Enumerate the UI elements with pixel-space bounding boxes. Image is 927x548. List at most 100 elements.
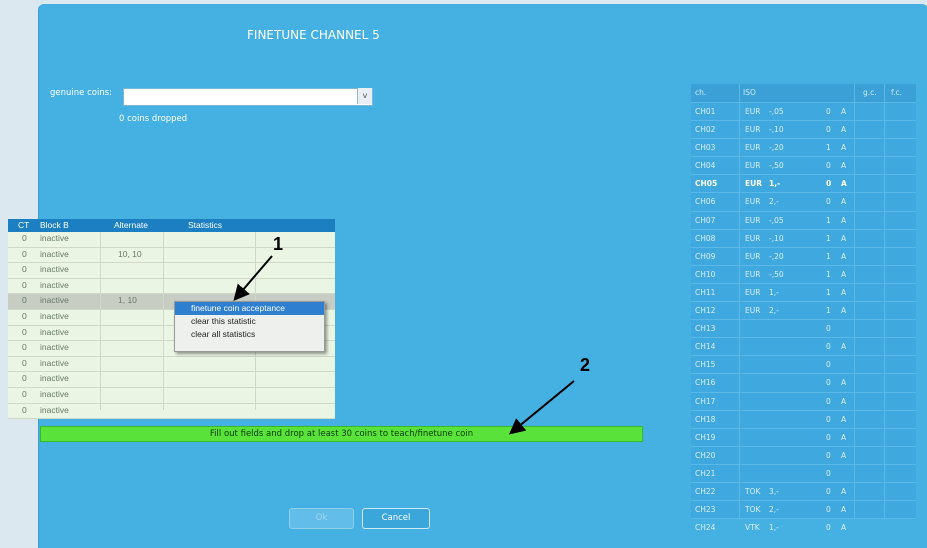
channel-row[interactable]: CH05 EUR 1,- 0 A <box>691 174 916 192</box>
channel-cell-n: 1 <box>826 143 831 153</box>
channel-cell-iso: EUR <box>745 197 761 207</box>
channel-cell-val: -,50 <box>769 269 784 279</box>
block-cell-ct: 0 <box>22 310 27 321</box>
table-row[interactable]: 0 inactive <box>8 372 335 388</box>
block-cell-ct: 0 <box>22 248 27 259</box>
channel-row[interactable]: CH08 EUR -,10 1 A <box>691 228 916 247</box>
channel-cell-val: -,05 <box>769 107 784 116</box>
channel-cell-val: 2,- <box>769 505 779 515</box>
channel-cell-iso: EUR <box>745 143 761 153</box>
channel-cell-iso: VTK <box>745 523 760 533</box>
channel-cell-ch: CH23 <box>695 505 716 515</box>
table-row[interactable]: 0 inactive <box>8 263 335 279</box>
channel-row[interactable]: CH07 EUR -,05 1 A <box>691 210 916 229</box>
channel-cell-ch: CH05 <box>695 179 718 189</box>
channel-cell-n: 1 <box>826 251 831 261</box>
channel-cell-val: 1,- <box>769 287 779 297</box>
channel-row[interactable]: CH20 0 A <box>691 445 916 464</box>
channel-row[interactable]: CH06 EUR 2,- 0 A <box>691 192 916 210</box>
channel-cell-iso: EUR <box>745 251 761 261</box>
channel-cell-n: 0 <box>826 396 831 406</box>
header-ch: ch. <box>695 88 707 97</box>
ok-button[interactable]: Ok <box>289 508 354 529</box>
channel-cell-ch: CH11 <box>695 287 716 297</box>
channel-row[interactable]: CH19 0 A <box>691 427 916 446</box>
channel-cell-val: 2,- <box>769 197 779 207</box>
block-cell-block: inactive <box>40 404 69 415</box>
channel-cell-iso: EUR <box>745 179 762 189</box>
channel-cell-n: 0 <box>826 486 831 496</box>
channel-cell-ch: CH03 <box>695 143 716 153</box>
block-cell-block: inactive <box>40 279 69 290</box>
channel-cell-ch: CH09 <box>695 251 716 261</box>
block-cell-block: inactive <box>40 264 69 275</box>
table-row[interactable]: 0 inactive <box>8 278 335 295</box>
channel-cell-n: 1 <box>826 269 831 279</box>
channel-cell-iso: EUR <box>745 287 761 297</box>
channel-row[interactable]: CH14 0 A <box>691 337 916 355</box>
channel-row[interactable]: CH12 EUR 2,- 1 A <box>691 301 916 319</box>
block-table-header: CT Block B Alternate Statistics <box>8 219 335 232</box>
channel-table-header: ch. ISO g.c. f.c. <box>691 84 916 102</box>
menu-item-clear-this-statistic[interactable]: clear this statistic <box>175 315 324 328</box>
genuine-coins-select[interactable] <box>123 88 373 106</box>
channel-cell-n: 0 <box>826 523 831 533</box>
block-cell-ct: 0 <box>22 264 27 275</box>
channel-cell-ch: CH20 <box>695 450 716 460</box>
channel-cell-a: A <box>841 107 847 116</box>
channel-cell-ch: CH15 <box>695 360 716 370</box>
channel-cell-n: 0 <box>826 505 831 515</box>
menu-item-finetune-coin-acceptance[interactable]: finetune coin acceptance <box>175 302 324 315</box>
block-cell-ct: 0 <box>22 373 27 384</box>
header-ct: CT <box>18 220 30 230</box>
channel-cell-iso: EUR <box>745 125 761 135</box>
channel-row[interactable]: CH09 EUR -,20 1 A <box>691 246 916 265</box>
channel-cell-a: A <box>841 396 847 406</box>
channel-row[interactable]: CH11 EUR 1,- 1 A <box>691 282 916 301</box>
channel-row[interactable]: CH13 0 <box>691 319 916 337</box>
table-row[interactable]: 0 inactive <box>8 356 335 373</box>
table-row[interactable]: 0 inactive <box>8 403 335 420</box>
channel-cell-ch: CH16 <box>695 378 716 388</box>
channel-row[interactable]: CH24 VTK 1,- 0 A <box>691 518 916 536</box>
header-statistics: Statistics <box>188 220 223 230</box>
block-cell-block: inactive <box>40 233 69 243</box>
channel-row[interactable]: CH22 TOK 3,- 0 A <box>691 481 916 500</box>
table-row[interactable]: 0 inactive <box>8 232 335 248</box>
genuine-coins-label: genuine coins: <box>50 88 112 98</box>
header-alternate: Alternate <box>114 220 149 230</box>
channel-row[interactable]: CH16 0 A <box>691 373 916 391</box>
chevron-down-icon[interactable]: v <box>357 88 372 104</box>
channel-cell-n: 0 <box>826 179 832 189</box>
cancel-button[interactable]: Cancel <box>362 508 430 529</box>
channel-row[interactable]: CH23 TOK 2,- 0 A <box>691 500 916 518</box>
channel-row[interactable]: CH04 EUR -,50 0 A <box>691 156 916 174</box>
channel-row[interactable]: CH01 EUR -,05 0 A <box>691 102 916 120</box>
block-cell-block: inactive <box>40 342 69 353</box>
menu-item-clear-all-statistics[interactable]: clear all statistics <box>175 328 324 341</box>
block-cell-ct: 0 <box>22 342 27 353</box>
channel-cell-a: A <box>841 215 847 225</box>
channel-row[interactable]: CH02 EUR -,10 0 A <box>691 120 916 138</box>
channel-row[interactable]: CH10 EUR -,50 1 A <box>691 264 916 283</box>
channel-row[interactable]: CH17 0 A <box>691 391 916 410</box>
channel-row[interactable]: CH15 0 <box>691 355 916 373</box>
channel-cell-n: 0 <box>826 342 831 352</box>
channel-cell-ch: CH01 <box>695 107 716 116</box>
channel-row[interactable]: CH18 0 A <box>691 409 916 428</box>
channel-row[interactable]: CH03 EUR -,20 1 A <box>691 138 916 156</box>
channel-cell-ch: CH07 <box>695 215 716 225</box>
table-row[interactable]: 0 inactive <box>8 387 335 404</box>
channel-cell-val: -,10 <box>769 125 784 135</box>
channel-row[interactable]: CH21 0 <box>691 463 916 482</box>
block-cell-ct: 0 <box>22 295 27 306</box>
col-divider <box>739 84 740 518</box>
block-cell-block: inactive <box>40 326 69 337</box>
header-fc: f.c. <box>891 88 902 97</box>
channel-cell-n: 0 <box>826 468 831 478</box>
table-row[interactable]: 0 inactive 10, 10 <box>8 247 335 264</box>
channel-cell-ch: CH21 <box>695 468 716 478</box>
block-cell-ct: 0 <box>22 279 27 290</box>
status-message-bar: Fill out fields and drop at least 30 coi… <box>40 426 643 442</box>
channel-cell-n: 0 <box>826 414 831 424</box>
